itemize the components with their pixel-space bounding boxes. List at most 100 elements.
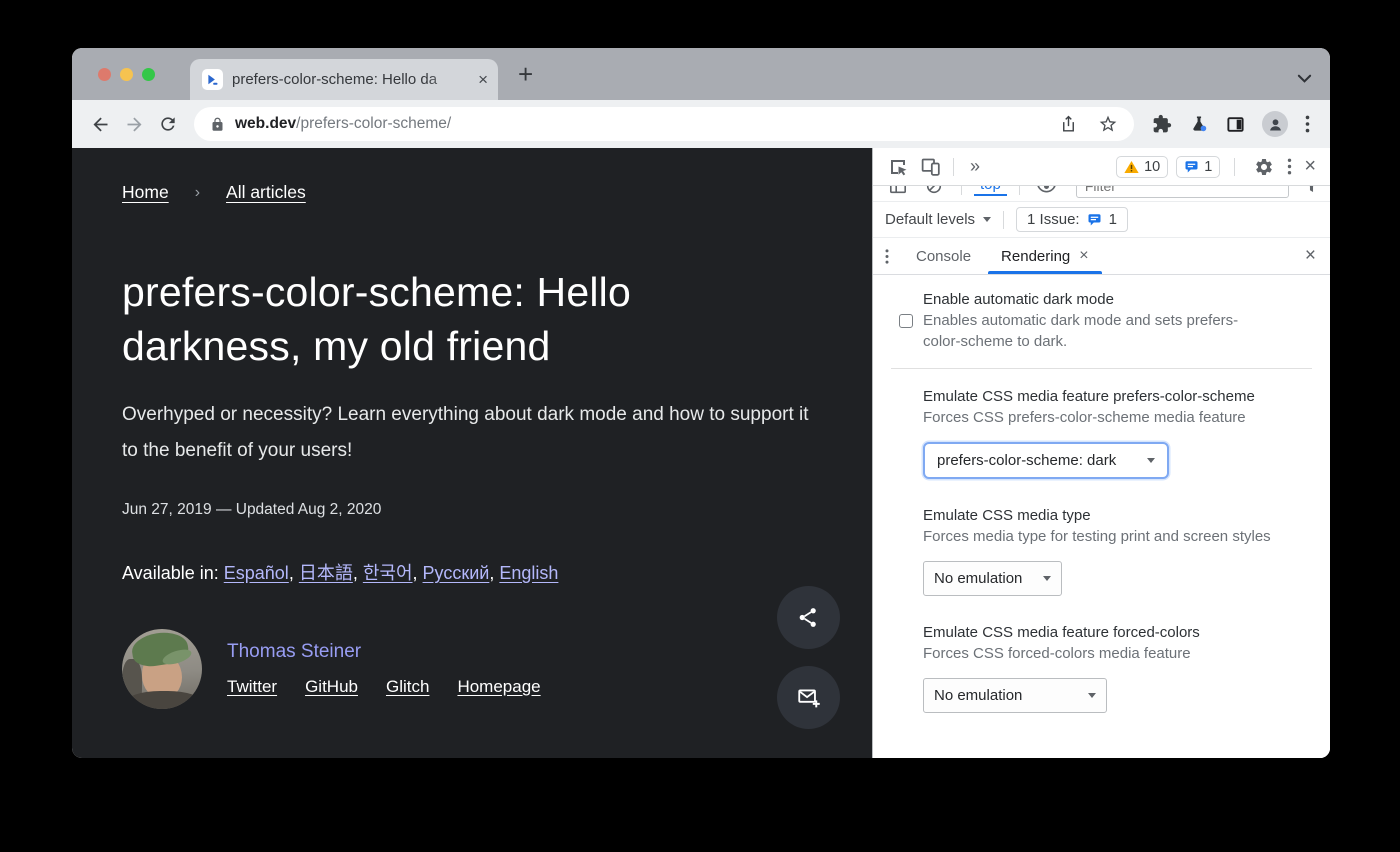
console-toolbar-clipped: top — [873, 186, 1330, 202]
back-button[interactable] — [84, 107, 116, 141]
author-link-glitch[interactable]: Glitch — [386, 677, 429, 697]
console-context-selector[interactable]: top — [974, 186, 1007, 196]
filter-funnel-icon[interactable] — [1303, 186, 1320, 194]
device-toolbar-icon[interactable] — [915, 154, 945, 180]
more-tabs-chevrons[interactable]: » — [962, 156, 988, 177]
author-link-github[interactable]: GitHub — [305, 677, 358, 697]
auto-dark-mode-checkbox[interactable] — [899, 314, 913, 328]
message-count: 1 — [1204, 158, 1213, 175]
article-subtitle: Overhyped or necessity? Learn everything… — [122, 404, 809, 461]
profile-avatar[interactable] — [1262, 111, 1288, 137]
close-window-button[interactable] — [98, 68, 111, 81]
bookmark-star-icon[interactable] — [1098, 114, 1118, 134]
minimize-window-button[interactable] — [120, 68, 133, 81]
prefers-color-scheme-desc: Forces CSS prefers-color-scheme media fe… — [923, 409, 1246, 426]
available-in-label: Available in: — [122, 562, 219, 583]
messages-badge[interactable]: 1 — [1176, 155, 1221, 178]
lang-link-english[interactable]: English — [499, 563, 558, 583]
tab-rendering[interactable]: Rendering × — [986, 238, 1104, 274]
warning-count: 10 — [1144, 158, 1161, 175]
media-type-title: Emulate CSS media type — [923, 507, 1091, 524]
media-type-desc: Forces media type for testing print and … — [923, 528, 1271, 545]
share-fab-button[interactable] — [777, 586, 840, 649]
default-levels-dropdown[interactable]: Default levels — [885, 211, 992, 228]
url-text: web.dev/prefers-color-scheme/ — [235, 115, 451, 133]
author-name[interactable]: Thomas Steiner — [227, 641, 541, 663]
rendering-panel: Enable automatic dark mode Enables autom… — [873, 275, 1330, 758]
zoom-window-button[interactable] — [142, 68, 155, 81]
lang-link-espanol[interactable]: Español — [224, 563, 289, 583]
drawer-menu-kebab-icon[interactable] — [873, 248, 901, 264]
chat-bubble-icon — [1088, 214, 1101, 226]
traffic-lights — [98, 68, 155, 81]
reload-button[interactable] — [152, 107, 184, 141]
tab-strip: prefers-color-scheme: Hello da × + — [72, 48, 1330, 100]
forced-colors-value: No emulation — [934, 687, 1023, 704]
labs-flask-icon[interactable] — [1189, 114, 1209, 134]
tab-rendering-close-icon[interactable]: × — [1079, 247, 1088, 265]
auto-dark-mode-title: Enable automatic dark mode — [923, 291, 1114, 308]
share-nodes-icon — [799, 608, 816, 627]
forced-colors-select[interactable]: No emulation — [923, 678, 1107, 713]
browser-toolbar: web.dev/prefers-color-scheme/ — [72, 100, 1330, 148]
auto-dark-mode-desc: Enables automatic dark mode and sets pre… — [923, 312, 1239, 350]
chevron-down-icon — [1088, 693, 1096, 698]
issues-button[interactable]: 1 Issue: 1 — [1016, 207, 1128, 232]
warning-triangle-icon — [1124, 160, 1139, 173]
warnings-badge[interactable]: 10 — [1116, 155, 1169, 178]
inspect-element-icon[interactable] — [883, 154, 913, 180]
tab-title: prefers-color-scheme: Hello da — [232, 71, 438, 88]
media-type-select[interactable]: No emulation — [923, 561, 1062, 596]
default-levels-label: Default levels — [885, 211, 976, 228]
devtools-settings-gear-icon[interactable] — [1249, 154, 1279, 180]
url-path: /prefers-color-scheme/ — [296, 115, 452, 132]
prefers-color-scheme-value: prefers-color-scheme: dark — [937, 452, 1117, 469]
tab-close-icon[interactable]: × — [478, 70, 488, 90]
breadcrumb-chevron-icon: › — [194, 183, 201, 201]
author-link-homepage[interactable]: Homepage — [457, 677, 540, 697]
lock-icon — [212, 117, 223, 131]
drawer-tab-bar: Console Rendering × × — [873, 238, 1330, 275]
chevron-down-icon — [1043, 576, 1051, 581]
article-date: Jun 27, 2019 — Updated Aug 2, 2020 — [122, 500, 382, 518]
address-bar-actions — [1059, 114, 1118, 134]
webdev-favicon-icon — [202, 69, 223, 90]
tab-console[interactable]: Console — [901, 238, 986, 274]
share-icon[interactable] — [1059, 115, 1078, 134]
devtools-menu-kebab-icon[interactable] — [1287, 158, 1292, 175]
chevron-down-icon — [1147, 458, 1155, 463]
live-expression-eye-icon[interactable] — [1032, 186, 1062, 199]
browser-menu-kebab-icon[interactable] — [1305, 115, 1310, 133]
console-sidebar-icon[interactable] — [883, 186, 913, 199]
console-filter-input[interactable] — [1075, 186, 1289, 198]
address-bar[interactable]: web.dev/prefers-color-scheme/ — [194, 107, 1134, 141]
lang-link-japanese[interactable]: 日本語 — [299, 563, 353, 583]
article-page: Home › All articles prefers-color-scheme… — [72, 148, 872, 758]
breadcrumb-home-link[interactable]: Home — [122, 182, 169, 203]
browser-tab[interactable]: prefers-color-scheme: Hello da × — [190, 59, 498, 100]
tab-rendering-label: Rendering — [1001, 247, 1071, 265]
devtools-close-icon[interactable]: × — [1300, 155, 1320, 178]
issue-count: 1 — [1108, 211, 1117, 228]
toolbar-extensions-area — [1144, 111, 1318, 137]
newsletter-fab-button[interactable] — [777, 666, 840, 729]
new-tab-button[interactable]: + — [518, 59, 533, 90]
tab-search-chevron-icon[interactable] — [1297, 71, 1312, 89]
side-panel-icon[interactable] — [1226, 115, 1245, 134]
clear-console-icon[interactable] — [919, 186, 949, 199]
prefers-color-scheme-section: Emulate CSS media feature prefers-color-… — [873, 369, 1330, 489]
breadcrumb-articles-link[interactable]: All articles — [226, 182, 306, 203]
devtools-toolbar: » 10 1 × — [873, 148, 1330, 186]
devtools-panel: » 10 1 × Filter Default levels 1 Issue: … — [872, 148, 1330, 758]
media-type-section: Emulate CSS media type Forces media type… — [873, 489, 1330, 606]
prefers-color-scheme-select[interactable]: prefers-color-scheme: dark — [923, 442, 1169, 479]
lang-link-russian[interactable]: Русский — [423, 563, 490, 583]
drawer-close-icon[interactable]: × — [1291, 245, 1330, 267]
breadcrumb: Home › All articles — [122, 182, 872, 203]
forward-button[interactable] — [118, 107, 150, 141]
lang-link-korean[interactable]: 한국어 — [363, 563, 413, 583]
author-link-twitter[interactable]: Twitter — [227, 677, 277, 697]
prefers-color-scheme-title: Emulate CSS media feature prefers-color-… — [923, 388, 1255, 405]
extensions-puzzle-icon[interactable] — [1152, 114, 1172, 134]
chat-bubble-icon — [1185, 161, 1198, 173]
